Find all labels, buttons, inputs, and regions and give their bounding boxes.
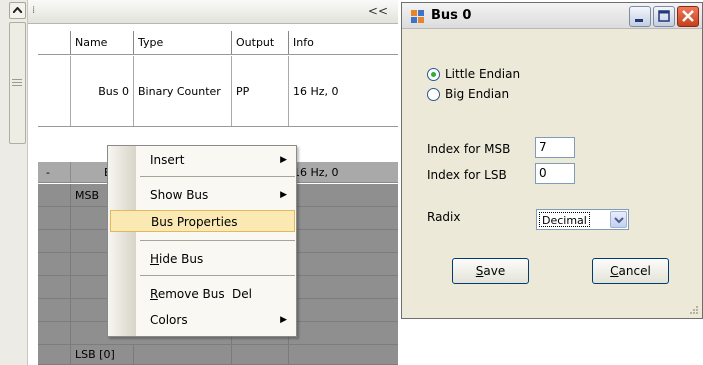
menu-item-hide-bus[interactable]: Hide Bus (110, 248, 295, 270)
collapse-button[interactable]: << (368, 4, 388, 18)
bus-properties-dialog: Bus 0 Little Endian Big Endian Index for… (401, 2, 703, 319)
menu-separator (140, 275, 295, 276)
chevron-up-icon (13, 7, 22, 13)
bit-label: LSB [0] (70, 345, 133, 364)
menu-item-bus-properties[interactable]: Bus Properties (110, 210, 295, 232)
grid-toolbar: ⁞ << (28, 0, 398, 24)
radio-checked-icon (427, 67, 440, 81)
submenu-arrow-icon: ▶ (280, 155, 287, 165)
close-icon (682, 10, 694, 22)
radio-little-endian[interactable]: Little Endian (427, 66, 520, 82)
scroll-up-button[interactable] (9, 2, 26, 19)
window-app-icon (411, 10, 424, 23)
cell-output: PP (231, 56, 288, 126)
submenu-arrow-icon: ▶ (280, 315, 287, 325)
column-header-info[interactable]: Info (288, 31, 398, 54)
index-msb-input[interactable]: 7 (535, 137, 575, 158)
cell-info: 16 Hz, 0 (288, 162, 398, 182)
menu-item-remove-bus[interactable]: Remove Bus Del (110, 283, 295, 305)
scroll-thumb[interactable] (9, 22, 26, 144)
cancel-button[interactable]: Cancel (592, 258, 669, 284)
column-header-name[interactable]: Name (70, 31, 133, 54)
radix-selected-value: Decimal (539, 212, 590, 227)
grip-icon (12, 77, 22, 89)
menu-separator (140, 176, 295, 177)
chevron-down-icon (614, 217, 624, 224)
maximize-button[interactable] (653, 6, 675, 27)
cell-info: 16 Hz, 0 (288, 56, 398, 126)
context-menu: Insert ▶ Show Bus ▶ Bus Properties Hide … (107, 145, 297, 337)
minimize-button[interactable] (629, 6, 651, 27)
bit-row-lsb[interactable]: LSB [0] (38, 345, 398, 365)
cell-name: Bus 0 (70, 56, 133, 126)
save-button[interactable]: Save (452, 258, 529, 284)
drag-handle-icon[interactable]: ⁞ (32, 5, 35, 16)
expander-toggle[interactable]: - (38, 162, 70, 182)
table-row[interactable]: Bus 0 Binary Counter PP 16 Hz, 0 (38, 56, 398, 127)
radix-label: Radix (427, 210, 461, 224)
vertical-scrollbar[interactable] (0, 0, 28, 365)
index-msb-label: Index for MSB (427, 142, 511, 156)
cell-type: Binary Counter (133, 56, 231, 126)
column-header-output[interactable]: Output (231, 31, 288, 54)
radix-select[interactable]: Decimal (536, 209, 629, 230)
minimize-icon (635, 19, 643, 22)
menu-gutter (108, 146, 136, 336)
menu-item-insert[interactable]: Insert ▶ (110, 149, 295, 171)
shortcut-label: Del (232, 287, 252, 301)
menu-separator (140, 240, 295, 241)
bus-grid-panel: ⁞ << Name Type Output Info Bus 0 Binary … (0, 0, 398, 365)
submenu-arrow-icon: ▶ (280, 190, 287, 200)
dropdown-button[interactable] (610, 211, 627, 228)
dialog-titlebar[interactable]: Bus 0 (402, 3, 702, 29)
radio-big-endian[interactable]: Big Endian (427, 86, 509, 102)
menu-item-show-bus[interactable]: Show Bus ▶ (110, 184, 295, 206)
index-lsb-input[interactable]: 0 (535, 163, 575, 184)
menu-item-colors[interactable]: Colors ▶ (110, 309, 295, 331)
dialog-title: Bus 0 (431, 8, 472, 23)
close-button[interactable] (677, 6, 699, 27)
grid-header-row: Name Type Output Info (38, 31, 398, 55)
radio-unchecked-icon (427, 87, 440, 101)
resize-grip-icon[interactable] (689, 305, 699, 315)
index-lsb-label: Index for LSB (427, 168, 507, 182)
column-header-type[interactable]: Type (133, 31, 231, 54)
maximize-icon (658, 10, 670, 22)
